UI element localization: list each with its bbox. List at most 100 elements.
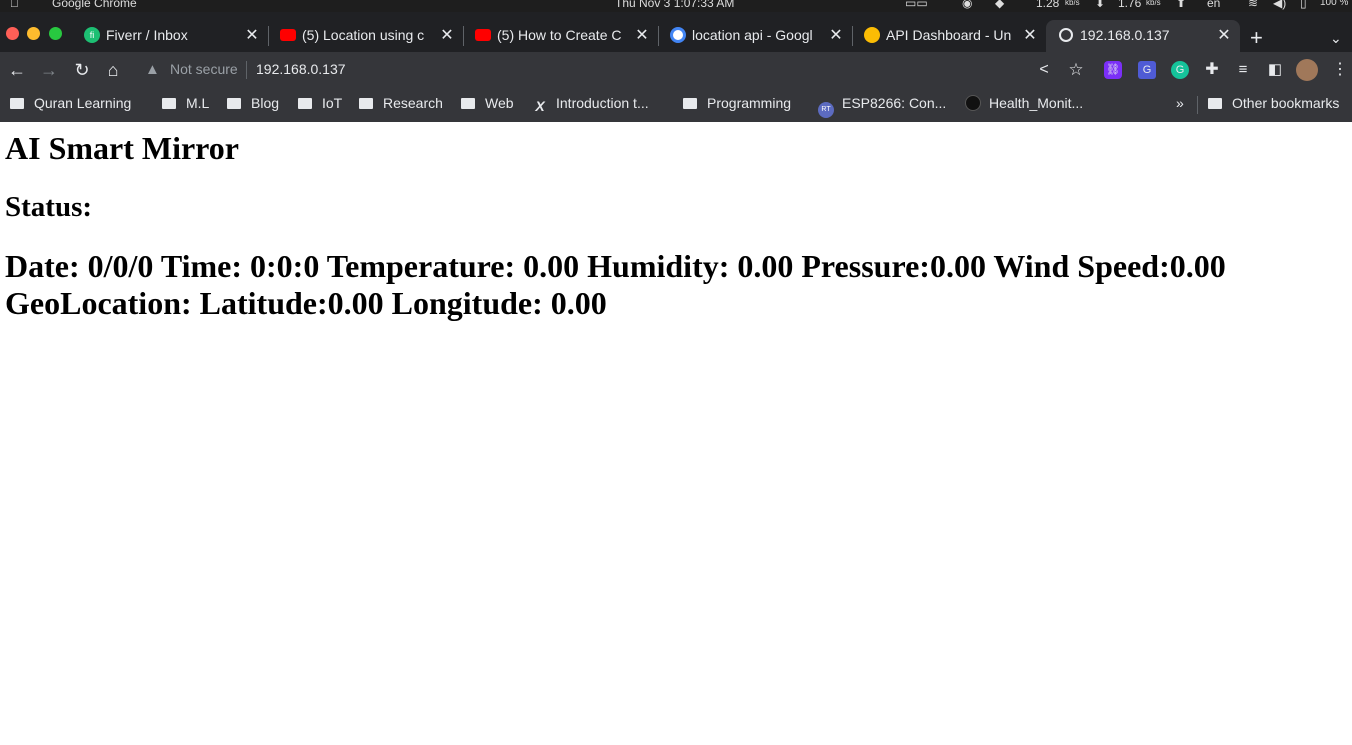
fiverr-icon: fi [84,27,100,43]
maximize-window-button[interactable] [49,27,62,40]
close-icon[interactable]: ✕ [1216,25,1232,45]
net-up: 1.76 [1118,0,1142,10]
reading-list-icon[interactable]: ≡ [1231,58,1255,82]
close-icon[interactable]: ✕ [828,25,844,45]
security-indicator[interactable]: Not secure [170,61,238,77]
bookmark-label: Web [485,95,514,111]
date-label: Date: [5,248,80,284]
shield-icon[interactable]: ◆ [995,0,1004,9]
tab-title: (5) Location using c [302,27,425,43]
bookmark-introduction[interactable]: X Introduction t... [532,95,648,115]
bookmark-web[interactable]: Web [461,95,514,115]
tab-title: (5) How to Create C [497,27,622,43]
bookmark-label: IoT [322,95,343,111]
bookmark-esp8266[interactable]: RT ESP8266: Con... [818,95,946,118]
close-icon[interactable]: ✕ [244,25,260,45]
bookmark-label: Health_Monit... [989,95,1084,111]
bookmark-programming[interactable]: Programming [683,95,791,115]
status-heading: Status: [5,191,93,223]
grammarly-icon[interactable]: G [1171,61,1189,79]
page-content: AI Smart Mirror Status: Date: 0/0/0 Time… [0,122,1352,745]
folder-icon [683,98,697,109]
url-text[interactable]: 192.168.0.137 [256,61,346,77]
warning-icon[interactable]: ▲ [145,61,160,78]
bookmark-label: Blog [251,95,280,111]
minimize-window-button[interactable] [27,27,40,40]
bookmark-label: Programming [707,95,792,111]
humidity-label: Humidity: [587,248,730,284]
translate-extension-icon[interactable]: G [1138,61,1156,79]
display-icon[interactable]: ▭▭ [905,0,928,9]
net-down: 1.28 [1036,0,1060,10]
tab-location-api[interactable]: location api - Googl ✕ [658,20,852,52]
tab-title: API Dashboard - Un [886,27,1012,43]
page-title: AI Smart Mirror [5,130,239,166]
bookmark-iot[interactable]: IoT [298,95,342,115]
messenger-icon[interactable]: ◉ [962,0,972,9]
youtube-icon [475,29,491,41]
link-extension-icon[interactable]: ⛓ [1104,61,1122,79]
longitude-value: 0.00 [550,285,607,321]
battery-icon[interactable]: ▯ [1300,0,1307,9]
bookmark-label: Other bookmarks [1232,95,1340,111]
wind-speed-label: Wind Speed: [993,248,1170,284]
bookmarks-bar: Quran Learning M.L Blog IoT Research Web… [0,88,1352,122]
app-name[interactable]: Google Chrome [52,0,137,9]
tab-active-local[interactable]: 192.168.0.137 ✕ [1046,20,1240,52]
address-separator [246,61,247,79]
new-tab-button[interactable]: + [1250,27,1263,49]
tab-fiverr[interactable]: fi Fiverr / Inbox ✕ [72,20,268,52]
close-icon[interactable]: ✕ [634,25,650,45]
temperature-value: 0.00 [523,248,580,284]
bookmark-label: M.L [186,95,210,111]
reload-icon[interactable]: ↻ [70,58,94,82]
profile-avatar[interactable] [1296,59,1318,81]
close-icon[interactable]: ✕ [439,25,455,45]
tab-api-dashboard[interactable]: API Dashboard - Un ✕ [852,20,1046,52]
bookmarks-separator [1197,96,1198,114]
tab-title: 192.168.0.137 [1080,27,1170,43]
folder-icon [298,98,312,109]
close-window-button[interactable] [6,27,19,40]
bookmark-research[interactable]: Research [359,95,443,115]
tab-search-chevron-icon[interactable]: ⌄ [1330,30,1342,47]
other-bookmarks[interactable]: Other bookmarks [1208,95,1339,115]
clock[interactable]: Thu Nov 3 1:07:33 AM [615,0,734,9]
folder-icon [1208,98,1222,109]
folder-icon [162,98,176,109]
home-icon[interactable]: ⌂ [101,58,125,82]
folder-icon [10,98,24,109]
bookmark-label: Quran Learning [34,95,132,111]
share-icon[interactable]: < [1032,58,1056,82]
pressure-value: 0.00 [929,248,986,284]
bookmark-label: Research [383,95,443,111]
folder-icon [227,98,241,109]
language-indicator[interactable]: en [1207,0,1220,9]
wifi-icon[interactable]: ≋ [1248,0,1258,9]
back-arrow-icon[interactable]: ← [5,58,29,82]
extensions-puzzle-icon[interactable]: ✚ [1200,58,1224,82]
menu-kebab-icon[interactable]: ⋮ [1328,58,1352,82]
battery-level: 100 % [1320,0,1349,8]
time-value: 0:0:0 [250,248,320,284]
tab-how-to-create[interactable]: (5) How to Create C ✕ [463,20,658,52]
side-panel-icon[interactable]: ◧ [1263,58,1287,82]
wind-speed-value: 0.00 [1169,248,1226,284]
date-value: 0/0/0 [87,248,154,284]
bookmark-ml[interactable]: M.L [162,95,209,115]
forward-arrow-icon[interactable]: → [37,58,61,82]
bookmark-health-monit[interactable]: Health_Monit... [965,95,1083,115]
bookmark-star-icon[interactable]: ☆ [1064,58,1088,82]
tab-location-using[interactable]: (5) Location using c ✕ [268,20,463,52]
bookmark-blog[interactable]: Blog [227,95,279,115]
temperature-label: Temperature: [326,248,516,284]
volume-icon[interactable]: ◀) [1273,0,1286,9]
close-icon[interactable]: ✕ [1022,25,1038,45]
apple-icon[interactable]:  [10,0,19,9]
folder-icon [461,98,475,109]
bookmark-quran-learning[interactable]: Quran Learning [10,95,131,115]
pressure-label: Pressure: [801,248,930,284]
latitude-label: Latitude: [199,285,328,321]
browser-toolbar: ← → ↻ ⌂ ▲ Not secure 192.168.0.137 < ☆ ⛓… [0,52,1352,88]
bookmarks-overflow-button[interactable]: » [1176,95,1184,115]
